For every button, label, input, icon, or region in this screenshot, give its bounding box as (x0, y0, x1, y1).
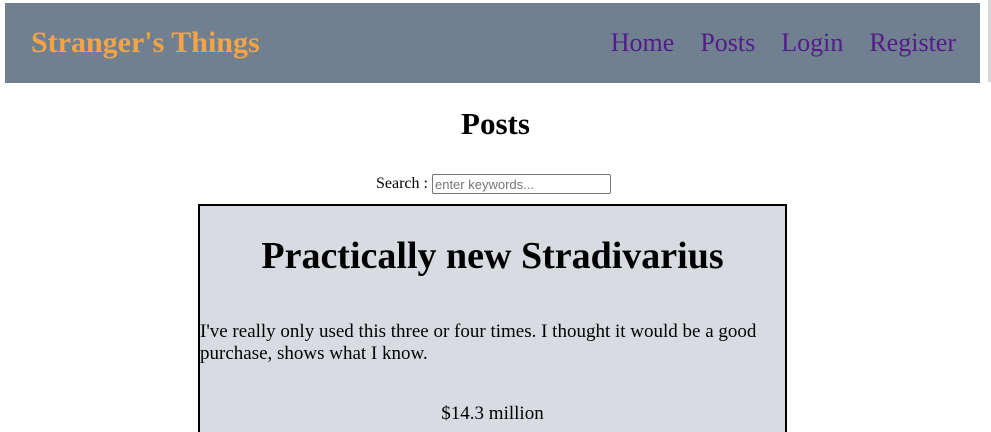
nav-link-home[interactable]: Home (611, 25, 675, 61)
post-price: $14.3 million (441, 403, 544, 424)
site-brand: Stranger's Things (31, 26, 260, 59)
nav-link-login[interactable]: Login (781, 25, 843, 61)
page-title: Posts (461, 106, 530, 141)
nav-link-posts[interactable]: Posts (700, 25, 755, 61)
post-card: Practically new Stradivarius I've really… (198, 204, 787, 432)
post-description: I've really only used this three or four… (200, 321, 757, 364)
search-input[interactable] (431, 174, 611, 194)
site-header: Stranger's Things Home Posts Login Regis… (5, 3, 980, 83)
main-nav: Home Posts Login Register (611, 25, 956, 61)
post-title: Practically new Stradivarius (261, 235, 724, 277)
page: Stranger's Things Home Posts Login Regis… (0, 0, 991, 432)
search-label: Search : (376, 175, 428, 192)
nav-link-register[interactable]: Register (869, 25, 956, 61)
search-bar: Search : (376, 173, 611, 195)
